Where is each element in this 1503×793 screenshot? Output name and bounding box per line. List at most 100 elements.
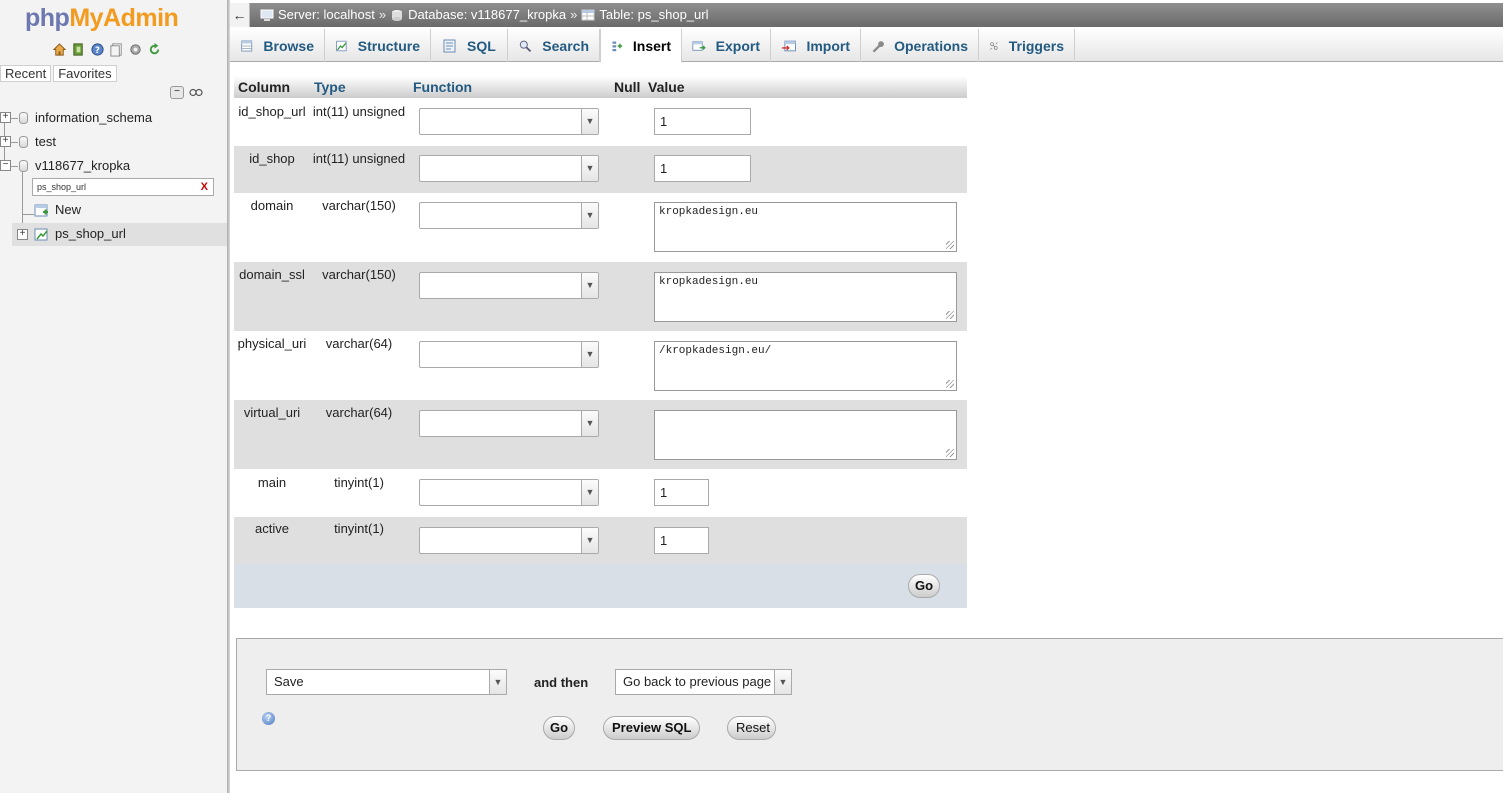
recent-tab[interactable]: Recent [0, 65, 52, 82]
resize-handle[interactable] [946, 241, 954, 249]
after-insert-select[interactable]: Go back to previous page ▼ [615, 669, 792, 695]
home-icon[interactable] [52, 42, 67, 57]
function-select[interactable]: ▼ [419, 108, 599, 135]
tab-search-label: Search [542, 37, 589, 54]
tab-triggers-label: Triggers [1008, 37, 1064, 54]
insert-icon [612, 41, 623, 51]
value-input[interactable]: 1 [654, 527, 709, 554]
header-type[interactable]: Type [314, 79, 346, 95]
tab-export[interactable]: Export [682, 29, 771, 62]
go-button[interactable]: Go [908, 574, 940, 598]
reload-icon[interactable] [147, 42, 162, 57]
table-header: Column Type Function Null Value [234, 76, 967, 98]
value-input[interactable]: 1 [654, 108, 751, 135]
database-icon [19, 136, 28, 148]
insert-mode-select[interactable]: Save ▼ [266, 669, 507, 695]
table-item-ps-shop-url[interactable]: ps_shop_url [55, 226, 126, 241]
logo-text-myadmin: MyAdmin [69, 4, 179, 32]
help-icon[interactable]: ? [90, 42, 105, 57]
preview-sql-button[interactable]: Preview SQL [603, 716, 700, 740]
tab-operations[interactable]: Operations [861, 29, 979, 62]
phpmyadmin-logo[interactable]: phpMyAdmin [25, 4, 179, 33]
breadcrumb-database-link[interactable]: Database: v118677_kropka [408, 7, 566, 22]
collapse-v118677-kropka-button[interactable]: − [0, 160, 11, 171]
value-textarea[interactable]: kropkadesign.eu [654, 272, 957, 322]
breadcrumb-server-link[interactable]: Server: localhost [278, 7, 375, 22]
expand-ps-shop-url-button[interactable]: + [17, 229, 28, 240]
table-filter-value: ps_shop_url [37, 182, 87, 192]
column-type: int(11) unsigned [312, 151, 406, 166]
expand-information-schema-button[interactable]: + [0, 112, 11, 123]
tab-search[interactable]: Search [508, 29, 600, 62]
value-input[interactable]: 1 [654, 155, 751, 182]
nav-icon-bar: ? [52, 42, 162, 57]
navigation-panel: phpMyAdmin ? Recent Favorites − + inform… [0, 0, 227, 793]
logout-icon[interactable] [71, 42, 86, 57]
after-insert-selected: Go back to previous page [623, 674, 772, 689]
resize-handle[interactable] [946, 449, 954, 457]
table-tabs: Browse Structure SQL Search Insert Expor… [230, 29, 1503, 63]
favorites-tab[interactable]: Favorites [53, 65, 117, 82]
link-with-main-icon[interactable] [189, 88, 203, 97]
function-select[interactable]: ▼ [419, 272, 599, 299]
column-type: varchar(64) [325, 336, 393, 351]
chevron-down-icon: ▼ [581, 156, 598, 181]
value-text: kropkadesign.eu [659, 206, 759, 218]
table-filter-input[interactable]: ps_shop_url X [32, 178, 214, 196]
value-textarea[interactable]: kropkadesign.eu [654, 202, 957, 252]
chevron-down-icon: ▼ [581, 273, 598, 298]
chevron-down-icon: ▼ [581, 342, 598, 367]
tab-operations-label: Operations [894, 37, 968, 54]
column-type: tinyint(1) [334, 475, 384, 490]
documentation-icon[interactable] [109, 42, 124, 57]
tree-line [22, 214, 34, 215]
settings-icon[interactable] [128, 42, 143, 57]
table-row: physical_uri varchar(64) ▼ /kropkadesign… [234, 331, 967, 400]
database-item-v118677-kropka[interactable]: v118677_kropka [35, 158, 130, 173]
tab-browse[interactable]: Browse [230, 29, 325, 62]
value-input[interactable]: 1 [654, 479, 709, 506]
function-select[interactable]: ▼ [419, 202, 599, 229]
tab-sql[interactable]: SQL [431, 29, 508, 62]
column-type: varchar(150) [322, 267, 396, 282]
collapse-nav-button[interactable]: ← [230, 3, 250, 27]
tab-import[interactable]: Import [771, 29, 861, 62]
svg-text:?: ? [95, 45, 100, 55]
tab-triggers[interactable]: Triggers [979, 29, 1075, 62]
function-select[interactable]: ▼ [419, 155, 599, 182]
expand-test-button[interactable]: + [0, 136, 11, 147]
table-row: id_shop_url int(11) unsigned ▼ 1 [234, 99, 967, 146]
reset-button[interactable]: Reset [727, 716, 776, 740]
tab-insert[interactable]: Insert [600, 29, 682, 63]
value-textarea[interactable]: /kropkadesign.eu/ [654, 341, 957, 391]
collapse-all-button[interactable]: − [170, 86, 184, 99]
form-footer: Go [234, 564, 967, 608]
tab-insert-label: Insert [632, 37, 671, 54]
breadcrumb-table-link[interactable]: Table: ps_shop_url [599, 7, 708, 22]
tab-structure-label: Structure [357, 37, 420, 54]
resize-handle[interactable] [946, 311, 954, 319]
function-select[interactable]: ▼ [419, 527, 599, 554]
wrench-icon [872, 40, 884, 53]
go-button[interactable]: Go [543, 716, 575, 740]
value-text: kropkadesign.eu [659, 276, 759, 288]
function-select[interactable]: ▼ [419, 410, 599, 437]
new-table-link[interactable]: New [55, 202, 81, 217]
resize-handle[interactable] [946, 380, 954, 388]
column-type: int(11) unsigned [312, 104, 406, 119]
function-select[interactable]: ▼ [419, 479, 599, 506]
value-textarea[interactable] [654, 410, 957, 460]
breadcrumb-separator: » [378, 7, 387, 22]
table-structure-icon[interactable] [34, 227, 49, 242]
column-name: physical_uri [237, 336, 307, 351]
function-select[interactable]: ▼ [419, 341, 599, 368]
nav-resizer[interactable] [227, 0, 230, 793]
help-icon[interactable]: ? [262, 712, 275, 725]
header-function[interactable]: Function [413, 79, 472, 95]
column-name: active [255, 521, 289, 536]
clear-filter-button[interactable]: X [201, 179, 208, 195]
database-item-information-schema[interactable]: information_schema [35, 110, 152, 125]
chevron-down-icon: ▼ [774, 670, 791, 694]
tab-structure[interactable]: Structure [325, 29, 431, 62]
database-item-test[interactable]: test [35, 134, 56, 149]
